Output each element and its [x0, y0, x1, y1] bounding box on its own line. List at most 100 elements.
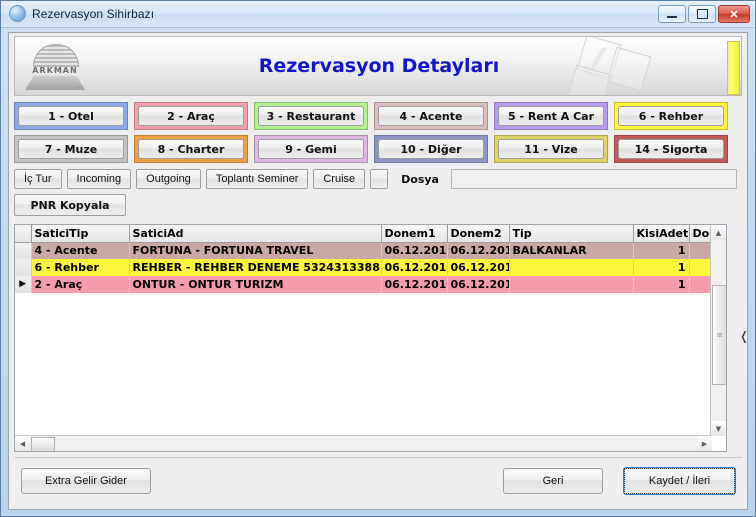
cell-saticiad[interactable]: ONTUR - ONTUR TURIZM [129, 276, 382, 293]
row-selector-cell[interactable]: ▶ [15, 276, 32, 293]
grid-col-saticitip[interactable]: SaticiTip [31, 225, 130, 243]
tour-type-button-outgoing[interactable]: Outgoing [136, 169, 201, 189]
close-button[interactable]: ✕ [718, 5, 750, 23]
tour-type-button-incoming[interactable]: Incoming [66, 169, 132, 189]
grid-vertical-scrollbar[interactable]: ▲ ≡ ▼ [710, 225, 726, 436]
category-item-restaurant[interactable]: 3 - Restaurant [254, 102, 368, 130]
cell-kisiadet[interactable]: 1 [633, 259, 690, 276]
vertical-scroll-thumb[interactable]: ≡ [712, 285, 726, 385]
category-item-gemi[interactable]: 9 - Gemi [254, 135, 368, 163]
app-sphere-icon [9, 5, 26, 22]
scroll-up-icon[interactable]: ▲ [711, 225, 726, 240]
client-area: ARKMAN ✓ Rezervasyon Detayları 1 - Otel … [8, 32, 749, 510]
category-item-arac[interactable]: 2 - Araç [134, 102, 248, 130]
grid-viewport: SaticiTip SaticiAd Donem1 Donem2 Tip Kis… [15, 225, 712, 451]
tour-type-button-ic-tur[interactable]: İç Tur [14, 169, 62, 189]
table-row[interactable]: ▶ 2 - Araç ONTUR - ONTUR TURIZM 06.12.20… [15, 276, 712, 293]
cell-saticiad[interactable]: REHBER - REHBER DENEME 5324313388 [129, 259, 382, 276]
cell-saticitip[interactable]: 2 - Araç [31, 276, 130, 293]
category-button-muze[interactable]: 7 - Muze [18, 139, 124, 159]
window-title: Rezervasyon Sihirbazı [32, 6, 155, 21]
logo-base-icon [25, 76, 85, 90]
cell-tip[interactable] [509, 259, 634, 276]
cell-dosya-ex[interactable]: 1 [689, 259, 712, 276]
category-item-muze[interactable]: 7 - Muze [14, 135, 128, 163]
category-button-sigorta[interactable]: 14 - Sigorta [618, 139, 724, 159]
tour-type-toolbar: İç Tur Incoming Outgoing Toplantı Semine… [14, 169, 439, 189]
cell-dosya-ex[interactable]: 1 [689, 242, 712, 259]
category-button-charter[interactable]: 8 - Charter [138, 139, 244, 159]
application-window: Rezervasyon Sihirbazı ✕ ARKMAN ✓ Rezerva… [0, 0, 756, 517]
grid-header-row: SaticiTip SaticiAd Donem1 Donem2 Tip Kis… [15, 225, 712, 243]
cell-donem2[interactable]: 06.12.2010 [447, 259, 510, 276]
title-bar[interactable]: Rezervasyon Sihirbazı ✕ [1, 1, 755, 28]
pnr-kopyala-button[interactable]: PNR Kopyala [14, 194, 126, 216]
back-button[interactable]: Geri [503, 468, 603, 494]
window-controls: ✕ [658, 5, 750, 23]
tour-type-button-toplanti-seminer[interactable]: Toplantı Seminer [205, 169, 309, 189]
grid-table: SaticiTip SaticiAd Donem1 Donem2 Tip Kis… [15, 225, 712, 293]
cell-kisiadet[interactable]: 1 [633, 242, 690, 259]
category-item-vize[interactable]: 11 - Vize [494, 135, 608, 163]
cell-saticitip[interactable]: 4 - Acente [31, 242, 130, 259]
grid-col-kisiadet[interactable]: KisiAdet [633, 225, 690, 243]
table-row[interactable]: 4 - Acente FORTUNA - FORTUNA TRAVEL 06.1… [15, 242, 712, 259]
category-button-gemi[interactable]: 9 - Gemi [258, 139, 364, 159]
grid-col-saticiad[interactable]: SaticiAd [129, 225, 382, 243]
grid-col-donem1[interactable]: Donem1 [381, 225, 448, 243]
scroll-down-icon[interactable]: ▼ [711, 421, 726, 436]
reservation-details-grid[interactable]: SaticiTip SaticiAd Donem1 Donem2 Tip Kis… [14, 224, 727, 452]
category-button-grid: 1 - Otel 2 - Araç 3 - Restaurant 4 - Ace… [14, 102, 742, 168]
dosya-input[interactable] [451, 169, 737, 189]
maximize-icon [696, 9, 708, 19]
category-item-charter[interactable]: 8 - Charter [134, 135, 248, 163]
category-item-rehber[interactable]: 6 - Rehber [614, 102, 728, 130]
category-button-rent-a-car[interactable]: 5 - Rent A Car [498, 106, 604, 126]
cell-saticiad[interactable]: FORTUNA - FORTUNA TRAVEL [129, 242, 382, 259]
cell-dosya-ex[interactable]: 1 [689, 276, 712, 293]
row-selector-icon: ▶ [19, 279, 27, 289]
category-button-diger[interactable]: 10 - Diğer [378, 139, 484, 159]
cell-donem2[interactable]: 06.12.2010 [447, 242, 510, 259]
maximize-button[interactable] [688, 5, 716, 23]
tour-type-button-cruise[interactable]: Cruise [313, 169, 366, 189]
cell-tip[interactable] [509, 276, 634, 293]
grid-col-dosya-ex[interactable]: Dosya_Ex [689, 225, 712, 243]
grid-horizontal-scrollbar[interactable]: ◀ ▶ [15, 435, 712, 451]
category-button-otel[interactable]: 1 - Otel [18, 106, 124, 126]
horizontal-scroll-thumb[interactable] [31, 437, 55, 451]
row-selector-cell[interactable] [15, 259, 32, 276]
cell-saticitip[interactable]: 6 - Rehber [31, 259, 130, 276]
cell-donem2[interactable]: 06.12.2010 [447, 276, 510, 293]
minimize-button[interactable] [658, 5, 686, 23]
extra-gelir-gider-button[interactable]: Extra Gelir Gider [21, 468, 151, 494]
category-item-diger[interactable]: 10 - Diğer [374, 135, 488, 163]
category-item-sigorta[interactable]: 14 - Sigorta [614, 135, 728, 163]
scroll-left-icon[interactable]: ◀ [15, 436, 30, 451]
category-button-restaurant[interactable]: 3 - Restaurant [258, 106, 364, 126]
category-button-arac[interactable]: 2 - Araç [138, 106, 244, 126]
scroll-right-icon[interactable]: ▶ [697, 436, 712, 451]
pnr-copy-wrapper: PNR Kopyala [14, 194, 126, 216]
table-row[interactable]: 6 - Rehber REHBER - REHBER DENEME 532431… [15, 259, 712, 276]
save-next-button[interactable]: Kaydet / İleri [623, 467, 736, 495]
category-item-acente[interactable]: 4 - Acente [374, 102, 488, 130]
category-row-2: 7 - Muze 8 - Charter 9 - Gemi 10 - Diğer… [14, 135, 742, 163]
title-bar-left: Rezervasyon Sihirbazı [9, 5, 154, 22]
grid-col-donem2[interactable]: Donem2 [447, 225, 510, 243]
cell-tip[interactable]: BALKANLAR [509, 242, 634, 259]
row-selector-cell[interactable] [15, 242, 32, 259]
grid-col-tip[interactable]: Tip [509, 225, 634, 243]
category-button-rehber[interactable]: 6 - Rehber [618, 106, 724, 126]
cell-donem1[interactable]: 06.12.2010 [381, 242, 448, 259]
category-button-acente[interactable]: 4 - Acente [378, 106, 484, 126]
category-item-rent-a-car[interactable]: 5 - Rent A Car [494, 102, 608, 130]
cell-donem1[interactable]: 06.12.2010 [381, 276, 448, 293]
cell-donem1[interactable]: 06.12.2010 [381, 259, 448, 276]
cell-kisiadet[interactable]: 1 [633, 276, 690, 293]
collapse-panel-icon[interactable]: ❬ [739, 329, 749, 343]
category-item-otel[interactable]: 1 - Otel [14, 102, 128, 130]
header-banner: ARKMAN ✓ Rezervasyon Detayları [14, 36, 742, 96]
tour-type-button-blank[interactable] [370, 169, 389, 189]
category-button-vize[interactable]: 11 - Vize [498, 139, 604, 159]
